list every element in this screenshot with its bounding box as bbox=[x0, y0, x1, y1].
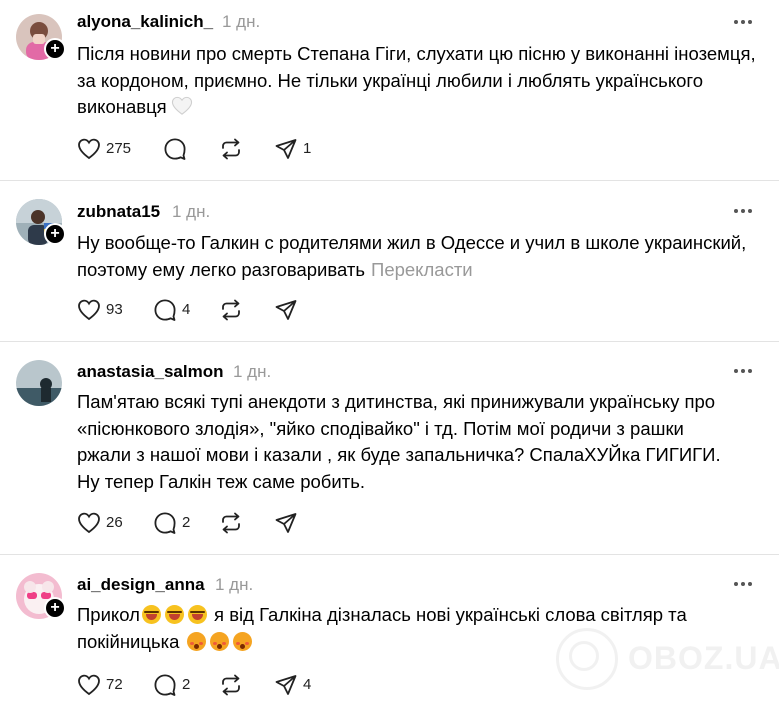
flushed-emoji-icon bbox=[232, 631, 252, 651]
reply-button[interactable]: 2 bbox=[153, 673, 198, 697]
follow-plus-icon[interactable]: + bbox=[44, 597, 66, 619]
heart-icon bbox=[78, 299, 100, 321]
share-count: 4 bbox=[303, 676, 312, 693]
reply-count: 2 bbox=[182, 676, 191, 693]
like-count: 275 bbox=[106, 140, 132, 157]
avatar-wrap[interactable] bbox=[16, 360, 64, 408]
like-button[interactable]: 275 bbox=[77, 137, 137, 161]
repost-button[interactable] bbox=[219, 673, 249, 697]
repost-button[interactable] bbox=[219, 298, 249, 322]
username[interactable]: ai_design_anna bbox=[77, 575, 205, 595]
laughing-emoji-icon bbox=[141, 605, 161, 624]
post-1: + alyona_kalinich_ 1 дн. Після новини пр… bbox=[0, 0, 779, 181]
laughing-emoji-icon bbox=[164, 605, 184, 624]
translate-link[interactable]: Перекласти bbox=[371, 259, 473, 280]
watermark-label: OBOZ.UA bbox=[628, 640, 779, 676]
more-icon[interactable] bbox=[734, 20, 752, 26]
reply-button[interactable]: 2 bbox=[153, 511, 198, 535]
repost-icon bbox=[222, 674, 240, 696]
post-text: Ну вообще-то Галкин с родителями жил в О… bbox=[77, 232, 747, 280]
watermark: OBOZ.UA bbox=[556, 628, 779, 692]
share-button[interactable] bbox=[274, 511, 304, 535]
share-button[interactable]: 4 bbox=[274, 673, 319, 697]
reply-button[interactable] bbox=[163, 137, 193, 161]
comment-icon bbox=[154, 299, 176, 321]
post-3: anastasia_salmon 1 дн. Пам'ятаю всякі ту… bbox=[0, 342, 779, 555]
username[interactable]: anastasia_salmon bbox=[77, 362, 223, 382]
share-icon bbox=[275, 675, 297, 695]
laughing-emoji-icon bbox=[187, 605, 207, 624]
share-count: 1 bbox=[303, 140, 312, 157]
share-icon bbox=[275, 300, 297, 320]
post-time: 1 дн. bbox=[233, 362, 272, 381]
post-time: 1 дн. bbox=[172, 202, 211, 221]
post-text: Після новини про смерть Степана Гіги, сл… bbox=[77, 43, 756, 117]
flushed-emoji-icon bbox=[186, 631, 206, 651]
share-icon bbox=[275, 513, 297, 533]
heart-icon bbox=[78, 138, 100, 160]
follow-plus-icon[interactable]: + bbox=[44, 38, 66, 60]
repost-icon bbox=[222, 138, 240, 160]
avatar-wrap[interactable]: + bbox=[16, 573, 66, 621]
like-count: 26 bbox=[106, 514, 123, 531]
repost-button[interactable] bbox=[219, 511, 249, 535]
comment-icon bbox=[154, 674, 176, 696]
post-time: 1 дн. bbox=[215, 575, 254, 594]
more-icon[interactable] bbox=[734, 209, 752, 215]
more-icon[interactable] bbox=[734, 582, 752, 588]
heart-icon bbox=[78, 512, 100, 534]
like-count: 93 bbox=[106, 301, 123, 318]
reply-button[interactable]: 4 bbox=[153, 298, 198, 322]
heart-icon bbox=[78, 674, 100, 696]
comment-icon bbox=[154, 512, 176, 534]
repost-icon bbox=[222, 299, 240, 321]
reply-count: 4 bbox=[182, 301, 191, 318]
repost-button[interactable] bbox=[219, 137, 249, 161]
avatar-wrap[interactable]: + bbox=[16, 199, 66, 247]
username[interactable]: zubnata15 bbox=[77, 202, 160, 222]
share-icon bbox=[275, 139, 297, 159]
share-button[interactable]: 1 bbox=[274, 137, 314, 161]
avatar[interactable] bbox=[16, 360, 62, 406]
share-button[interactable] bbox=[274, 298, 304, 322]
like-button[interactable]: 72 bbox=[77, 673, 132, 697]
post-text: Пам'ятаю всякі тупі анекдоти з дитинства… bbox=[77, 391, 721, 492]
white-heart-icon bbox=[171, 96, 192, 115]
follow-plus-icon[interactable]: + bbox=[44, 223, 66, 245]
like-button[interactable]: 93 bbox=[77, 298, 132, 322]
reply-count: 2 bbox=[182, 514, 191, 531]
avatar-wrap[interactable]: + bbox=[16, 14, 66, 62]
like-button[interactable]: 26 bbox=[77, 511, 132, 535]
watermark-logo-inner bbox=[569, 641, 599, 671]
post-time: 1 дн. bbox=[222, 12, 261, 31]
flushed-emoji-icon bbox=[209, 631, 229, 651]
comment-icon bbox=[164, 138, 186, 160]
repost-icon bbox=[222, 512, 240, 534]
like-count: 72 bbox=[106, 676, 123, 693]
more-icon[interactable] bbox=[734, 369, 752, 375]
post-2: + zubnata15 1 дн. Ну вообще-то Галкин с … bbox=[0, 181, 779, 342]
username[interactable]: alyona_kalinich_ bbox=[77, 12, 213, 32]
